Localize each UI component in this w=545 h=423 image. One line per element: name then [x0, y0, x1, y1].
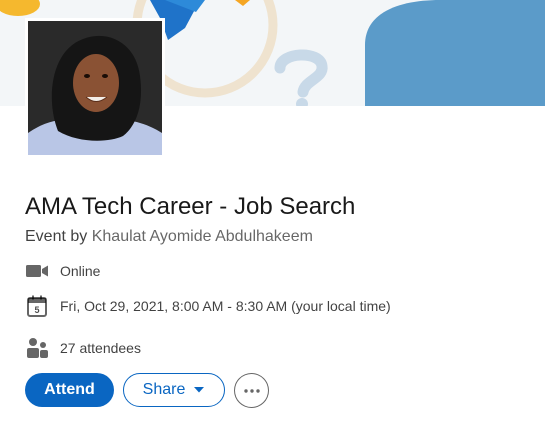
caret-down-icon [193, 386, 205, 394]
organizer-name-link[interactable]: Khaulat Ayomide Abdulhakeem [92, 228, 313, 245]
more-options-button[interactable] [234, 373, 269, 408]
organizer-photo [25, 18, 165, 158]
event-attendees-row: 27 attendees [25, 336, 141, 360]
event-location-row: Online [25, 259, 100, 283]
avatar-image [28, 21, 162, 155]
calendar-icon: 5 [25, 294, 49, 318]
event-location: Online [60, 263, 101, 279]
video-camera-icon [25, 259, 49, 283]
event-datetime-row: 5 Fri, Oct 29, 2021, 8:00 AM - 8:30 AM (… [25, 294, 391, 318]
ellipsis-icon [243, 388, 260, 393]
event-organizer: Event by Khaulat Ayomide Abdulhakeem [25, 226, 313, 248]
organizer-prefix: Event by [25, 228, 88, 245]
event-datetime: Fri, Oct 29, 2021, 8:00 AM - 8:30 AM (yo… [60, 298, 391, 314]
svg-text:5: 5 [34, 305, 39, 315]
share-button-label: Share [142, 381, 186, 398]
share-button[interactable]: Share [123, 373, 225, 407]
event-attendees[interactable]: 27 attendees [60, 340, 141, 356]
attend-button[interactable]: Attend [25, 373, 114, 407]
event-title: AMA Tech Career - Job Search [25, 193, 356, 220]
people-icon [25, 336, 49, 360]
